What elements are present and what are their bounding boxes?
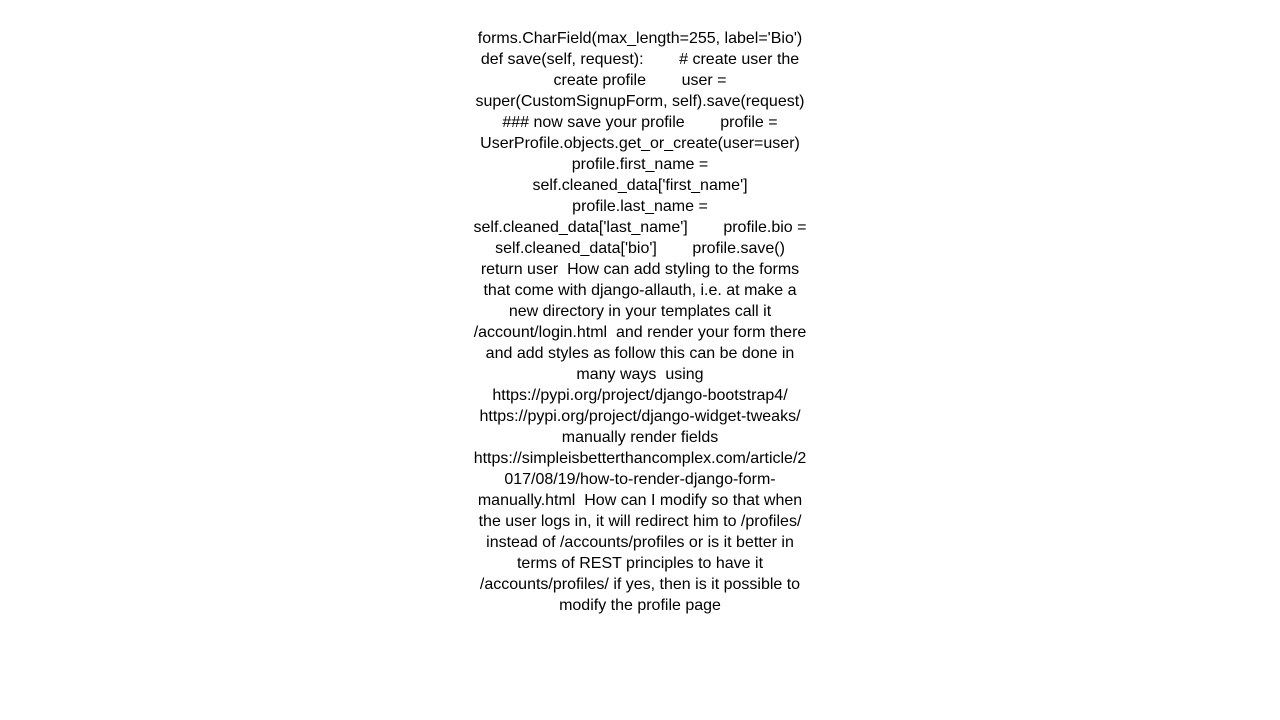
page-viewport: forms.CharField(max_length=255, label='B…	[0, 0, 1280, 720]
text-content-column: forms.CharField(max_length=255, label='B…	[474, 0, 807, 658]
body-text: forms.CharField(max_length=255, label='B…	[473, 30, 841, 614]
